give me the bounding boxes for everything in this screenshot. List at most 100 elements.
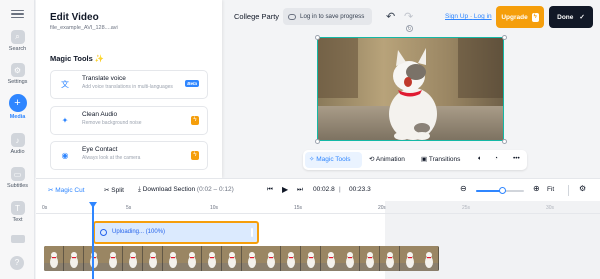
skip-back-icon[interactable]: ⏮︎: [267, 186, 273, 194]
more-icon[interactable]: •••: [513, 155, 520, 162]
settings-gear-icon[interactable]: ⚙: [579, 184, 586, 193]
tool-desc: Remove background noise: [82, 120, 142, 126]
plus-icon: +: [8, 94, 27, 112]
animation-button[interactable]: ⟲ Animation: [369, 155, 405, 163]
nav-subtitles[interactable]: ▭ Subtitles: [0, 167, 35, 189]
tool-translate-voice[interactable]: 文 Translate voice Add voice translations…: [50, 70, 208, 99]
rotate-handle-icon[interactable]: ↻: [406, 25, 413, 32]
filmstrip-thumbnail: [399, 246, 420, 271]
text-icon: T: [10, 201, 25, 215]
scissors-icon: ✂: [48, 187, 54, 194]
resize-handle-icon[interactable]: [315, 139, 320, 144]
volume-icon[interactable]: 🔈︎: [478, 155, 482, 163]
transitions-button[interactable]: ▣ Transitions: [421, 155, 460, 163]
tool-name: Translate voice: [82, 75, 126, 82]
magic-tools-button[interactable]: ✧ Magic Tools: [309, 155, 350, 163]
zoom-slider-knob[interactable]: [498, 187, 506, 194]
current-time: 00:02.8: [313, 186, 335, 193]
zoom-out-icon[interactable]: ⊖: [460, 184, 467, 193]
nav-label: Subtitles: [6, 183, 29, 189]
section-title: Magic Tools ✨: [50, 54, 104, 63]
login-link[interactable]: Log in: [474, 13, 492, 20]
nav-label: Text: [12, 217, 23, 223]
file-name: file_example_AVI_128....avi: [50, 25, 118, 31]
filmstrip-thumbnail: [202, 246, 222, 271]
zoom-slider[interactable]: [476, 187, 524, 194]
upgrade-button[interactable]: Upgrade ϟ: [496, 6, 544, 28]
filmstrip-thumbnail: [379, 246, 400, 271]
ruler-tick: 10s: [210, 205, 219, 211]
split-label: Split: [111, 187, 124, 194]
nav-audio[interactable]: ♪ Audio: [0, 133, 35, 155]
fit-button[interactable]: Fit: [547, 186, 554, 193]
animation-icon: ⟲: [369, 156, 375, 163]
split-icon: ✂: [104, 187, 110, 194]
eye-icon: ◉: [61, 151, 69, 160]
sparkle-icon: ✨: [94, 54, 105, 63]
filmstrip-thumbnail: [162, 246, 183, 271]
tool-desc: Always look at the camera: [82, 155, 141, 161]
speed-icon[interactable]: ◔: [494, 155, 498, 162]
tool-clean-audio[interactable]: ✦ Clean Audio Remove background noise ϟ: [50, 106, 208, 135]
translate-icon: 文: [61, 80, 69, 89]
resize-handle-icon[interactable]: [315, 35, 320, 40]
nav-media[interactable]: + Media: [0, 94, 35, 120]
nav-search[interactable]: ⌕ Search: [0, 30, 35, 52]
filmstrip-thumbnail: [44, 246, 64, 271]
help-icon[interactable]: ?: [10, 256, 24, 270]
project-name[interactable]: College Party: [234, 12, 279, 21]
beta-badge: Beta: [185, 80, 199, 87]
done-button[interactable]: Done ✓: [549, 6, 593, 28]
gear-icon: ⚙: [10, 63, 25, 77]
tool-name: Eye Contact: [82, 146, 118, 153]
uploading-clip[interactable]: Uploading... (100%): [93, 221, 259, 244]
bolt-icon: ϟ: [531, 12, 539, 22]
save-progress-button[interactable]: Log in to save progress: [283, 8, 372, 25]
panel-title: Edit Video: [50, 12, 99, 23]
clip-trim-handle[interactable]: [251, 228, 253, 237]
check-icon: ✓: [579, 14, 585, 21]
download-section-button[interactable]: ⤓ Download Section (0:02 – 0:12): [138, 186, 234, 194]
tool-eye-contact[interactable]: ◉ Eye Contact Always look at the camera …: [50, 141, 208, 170]
filmstrip-thumbnail: [241, 246, 262, 271]
filmstrip-thumbnail: [360, 246, 380, 271]
nav-text[interactable]: T Text: [0, 201, 35, 223]
nav-label: Settings: [7, 79, 28, 85]
filmstrip-thumbnail: [63, 246, 84, 271]
undo-icon[interactable]: ↶: [386, 10, 395, 23]
nav-label: Media: [9, 114, 26, 120]
ruler-tick: 0s: [42, 205, 48, 211]
signup-link[interactable]: Sign Up: [445, 13, 468, 20]
bolt-icon: ϟ: [191, 116, 199, 125]
subtitles-icon: ▭: [10, 167, 25, 181]
hamburger-menu-icon[interactable]: [11, 8, 24, 20]
nav-settings[interactable]: ⚙ Settings: [0, 63, 35, 85]
playhead[interactable]: [89, 202, 97, 279]
split-button[interactable]: ✂ Split: [104, 186, 124, 194]
nav-label: Search: [8, 46, 27, 52]
video-clip-filmstrip[interactable]: [44, 246, 439, 271]
cloud-icon: [288, 13, 296, 20]
uploading-label: Uploading... (100%): [112, 229, 166, 235]
filmstrip-thumbnail: [419, 246, 439, 271]
divider: [568, 185, 569, 196]
zoom-in-icon[interactable]: ⊕: [533, 184, 540, 193]
ruler-tick: 5s: [126, 205, 132, 211]
tool-name: Clean Audio: [82, 111, 118, 118]
upgrade-label: Upgrade: [501, 13, 528, 21]
nav-elements[interactable]: [0, 235, 35, 243]
save-progress-label: Log in to save progress: [300, 13, 365, 20]
redo-icon[interactable]: ↷: [404, 10, 413, 23]
filmstrip-thumbnail: [103, 246, 123, 271]
play-icon[interactable]: ▶: [282, 185, 288, 194]
done-label: Done: [557, 13, 574, 21]
resize-handle-icon[interactable]: [502, 139, 507, 144]
left-rail: ⌕ Search ⚙ Settings + Media ♪ Audio ▭ Su…: [0, 0, 35, 279]
bolt-icon: ϟ: [191, 151, 199, 160]
skip-forward-icon[interactable]: ⏭︎: [297, 186, 303, 194]
resize-handle-icon[interactable]: [502, 35, 507, 40]
filmstrip-thumbnail: [300, 246, 321, 271]
filmstrip-thumbnail: [221, 246, 242, 271]
magic-cut-button[interactable]: ✂ Magic Cut: [48, 186, 85, 194]
video-preview[interactable]: [317, 37, 504, 141]
